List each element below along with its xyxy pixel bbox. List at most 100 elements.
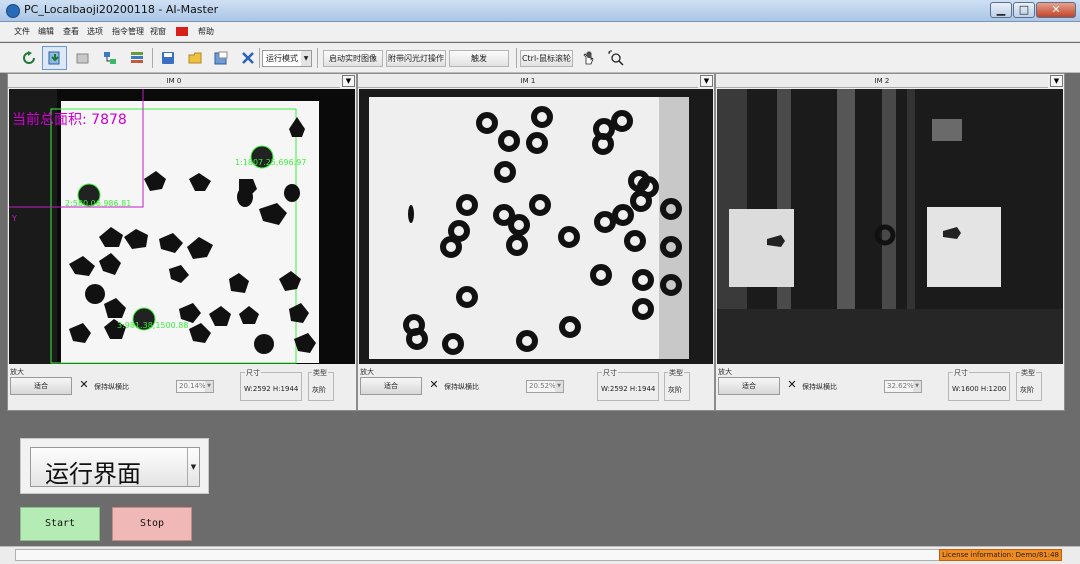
start-realtime-button[interactable]: 启动实时图像 — [323, 50, 383, 67]
fit-button[interactable]: 适合 — [10, 377, 72, 395]
ctrl-wheel-button[interactable]: Ctrl-鼠标滚轮 — [520, 50, 573, 67]
import-icon[interactable] — [42, 46, 67, 70]
size-group: 尺寸 W:2592 H:1944 — [597, 368, 659, 401]
type-value: 灰阶 — [668, 386, 682, 394]
keep-ratio-label: 保持纵横比 — [94, 383, 129, 391]
refresh-icon[interactable] — [16, 46, 41, 70]
trigger-button[interactable]: 触发 — [449, 50, 509, 67]
delete-icon[interactable] — [235, 46, 260, 70]
camera-image-2 — [717, 89, 1063, 364]
total-area-text: 当前总面积: 7878 — [12, 112, 127, 128]
camera-image-1 — [359, 89, 713, 364]
detection-label-1: 1:1807.25,696.97 — [235, 158, 306, 167]
license-badge: License information: Demo/81:48 — [939, 549, 1062, 561]
keep-ratio-checkbox[interactable]: ✕ — [787, 379, 797, 390]
zoom-value: 20.52% — [529, 382, 556, 390]
tab-im0[interactable]: IM 0 — [8, 74, 340, 88]
type-value: 灰阶 — [1020, 386, 1034, 394]
keep-ratio-checkbox[interactable]: ✕ — [79, 379, 89, 390]
window-opening — [927, 207, 1001, 287]
image-panel-1: IM 1 ▼ 放大 适合 ✕ 保持纵横比 20.52% ▼ 尺寸 W:2592 … — [357, 73, 715, 411]
menu-edit[interactable]: 编辑 — [38, 26, 54, 37]
menu-command-manage[interactable]: 指令管理 — [112, 26, 144, 37]
image-view-0[interactable]: 1:1807.25,696.97 2:580.06,986.81 3:981.3… — [9, 89, 355, 364]
chevron-down-icon: ▼ — [301, 51, 311, 66]
window-opening — [729, 209, 794, 287]
size-value: W:2592 H:1944 — [244, 385, 299, 393]
size-group: 尺寸 W:2592 H:1944 — [240, 368, 302, 401]
zoom-icon[interactable] — [603, 46, 628, 70]
menu-window[interactable]: 视窗 — [150, 26, 166, 37]
minimize-button[interactable]: ▁ — [990, 2, 1012, 18]
zoom-label: 放大 — [10, 368, 24, 376]
menu-view[interactable]: 查看 — [63, 26, 79, 37]
image-panel-0: IM 0 ▼ 1:1807.25,696.97 2:580.06,986.81 … — [7, 73, 357, 411]
zoom-label: 放大 — [360, 368, 374, 376]
fit-button[interactable]: 适合 — [718, 377, 780, 395]
size-label: 尺寸 — [245, 368, 261, 378]
app-logo-icon — [6, 4, 20, 18]
fit-button[interactable]: 适合 — [360, 377, 422, 395]
chevron-down-icon: ▼ — [187, 448, 199, 486]
open-folder-icon[interactable] — [182, 46, 207, 70]
menu-file[interactable]: 文件 — [14, 26, 30, 37]
type-value: 灰阶 — [312, 386, 326, 394]
status-field — [15, 549, 940, 561]
type-group: 类型 灰阶 — [1016, 368, 1042, 401]
toolbar-separator — [516, 48, 517, 68]
export-icon[interactable] — [70, 46, 95, 70]
type-label: 类型 — [1020, 368, 1036, 378]
stop-button[interactable]: Stop — [112, 507, 192, 541]
zoom-value: 20.14% — [179, 382, 206, 390]
flash-operation-button[interactable]: 附带闪光灯操作 — [386, 50, 446, 67]
size-value: W:2592 H:1944 — [601, 385, 656, 393]
zoom-label: 放大 — [718, 368, 732, 376]
size-label: 尺寸 — [953, 368, 969, 378]
zoom-select[interactable]: 20.14% ▼ — [176, 380, 214, 393]
axis-y-label: Y — [11, 214, 17, 223]
zoom-select[interactable]: 20.52% ▼ — [526, 380, 564, 393]
chevron-down-icon: ▼ — [913, 381, 921, 392]
maximize-button[interactable]: □ — [1013, 2, 1035, 18]
close-button[interactable]: ✕ — [1036, 2, 1076, 18]
toolbar: 运行模式 ▼ 启动实时图像 附带闪光灯操作 触发 Ctrl-鼠标滚轮 — [0, 43, 1080, 73]
run-mode-select[interactable]: 运行模式 ▼ — [262, 50, 312, 67]
china-flag-icon[interactable] — [176, 27, 188, 36]
flow-icon[interactable] — [97, 46, 122, 70]
menu-bar: 文件 编辑 查看 选项 指令管理 视窗 帮助 — [0, 22, 1080, 42]
status-bar: License information: Demo/81:48 — [0, 546, 1080, 564]
list-icon[interactable] — [124, 46, 149, 70]
image-view-2[interactable] — [717, 89, 1063, 364]
mode-selector-frame: 运行界面 ▼ — [20, 438, 209, 494]
chevron-down-icon: ▼ — [555, 381, 563, 392]
size-group: 尺寸 W:1600 H:1200 — [948, 368, 1010, 401]
mode-select[interactable]: 运行界面 ▼ — [30, 447, 200, 488]
keep-ratio-label: 保持纵横比 — [444, 383, 479, 391]
panel-1-dropdown[interactable]: ▼ — [700, 75, 713, 87]
toolbar-separator — [317, 48, 318, 68]
tab-im2[interactable]: IM 2 — [716, 74, 1048, 88]
save-icon[interactable] — [155, 46, 180, 70]
zoom-select[interactable]: 32.62% ▼ — [884, 380, 922, 393]
mode-value: 运行界面 — [45, 460, 141, 488]
tab-im1[interactable]: IM 1 — [358, 74, 698, 88]
image-view-1[interactable] — [359, 89, 713, 364]
toolbar-separator — [259, 48, 260, 68]
lightbox-area — [61, 101, 319, 363]
type-label: 类型 — [312, 368, 328, 378]
menu-help[interactable]: 帮助 — [198, 26, 214, 37]
image-panel-2: IM 2 ▼ 放大 适合 ✕ 保持纵横比 32.62% ▼ 尺寸 W:1600 H… — [715, 73, 1065, 411]
panel-0-dropdown[interactable]: ▼ — [342, 75, 355, 87]
save-as-icon[interactable] — [208, 46, 233, 70]
size-value: W:1600 H:1200 — [952, 385, 1007, 393]
keep-ratio-checkbox[interactable]: ✕ — [429, 379, 439, 390]
camera-image-0: 1:1807.25,696.97 2:580.06,986.81 3:981.3… — [9, 89, 355, 364]
window-title: PC_Localbaoji20200118 - AI-Master — [24, 3, 219, 16]
panel-2-dropdown[interactable]: ▼ — [1050, 75, 1063, 87]
menu-options[interactable]: 选项 — [87, 26, 103, 37]
run-mode-value: 运行模式 — [266, 54, 298, 63]
start-button[interactable]: Start — [20, 507, 100, 541]
hand-icon[interactable] — [576, 46, 601, 70]
detection-label-2: 2:580.06,986.81 — [65, 199, 131, 208]
size-label: 尺寸 — [602, 368, 618, 378]
